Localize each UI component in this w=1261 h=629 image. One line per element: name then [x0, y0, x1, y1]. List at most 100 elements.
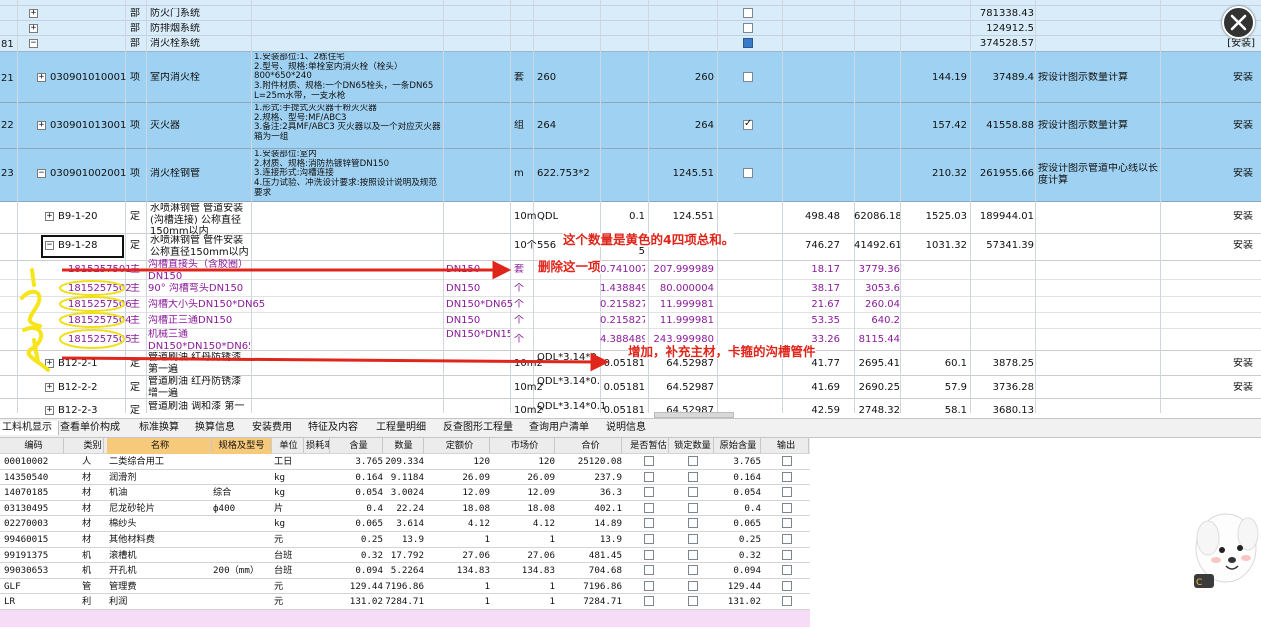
grid-lock-checkbox[interactable] — [688, 487, 698, 498]
grid-header-total[interactable]: 合价 — [560, 438, 622, 453]
grid-out-checkbox[interactable] — [781, 502, 792, 513]
grid-row[interactable]: 02270003 材 棉纱头 kg 0.065 3.614 4.12 4.12 14.89 0.0… — [0, 516, 810, 532]
grid-row[interactable]: 14070185 材 机油 综合 kg 0.054 3.0024 12.09 12.09 36.3… — [0, 485, 810, 501]
grid-cell-content[interactable]: 129.44 — [335, 579, 383, 594]
grid-cell-content[interactable]: 0.32 — [335, 548, 383, 563]
grid-lock-checkbox[interactable] — [688, 471, 698, 482]
grid-cell-market[interactable]: 1 — [495, 532, 555, 547]
tab-user-list[interactable]: 查询用户清单 — [529, 421, 589, 435]
dog-mascot-icon: C — [1194, 513, 1259, 588]
tab-standard-conversion[interactable]: 标准换算 — [139, 421, 179, 435]
grid-cell-loss — [306, 594, 330, 609]
close-button[interactable] — [1222, 6, 1255, 39]
grid-header-quota[interactable]: 定额价 — [430, 438, 490, 453]
grid-cell-name: 管理费 — [109, 580, 137, 592]
grid-header-unit[interactable]: 单位 — [274, 438, 304, 453]
grid-est-checkbox[interactable] — [644, 487, 654, 498]
grid-cell-market[interactable]: 12.09 — [495, 485, 555, 500]
grid-out-checkbox[interactable] — [781, 565, 792, 576]
grid-row[interactable]: GLF 管管理费元 129.44 7196.86 1 1 7196.86 129.44 — [0, 579, 810, 595]
grid-est-checkbox[interactable] — [644, 534, 654, 544]
grid-cell-name: 润滑剂 — [109, 471, 137, 483]
grid-out-checkbox[interactable] — [781, 518, 792, 529]
grid-cell-content[interactable]: 3.765 — [335, 454, 383, 469]
grid-out-checkbox[interactable] — [781, 534, 792, 544]
tab-reverse-graphics[interactable]: 反查图形工程量 — [443, 421, 513, 435]
grid-header-spec[interactable]: 规格及型号 — [213, 438, 271, 453]
grid-cell-market[interactable]: 27.06 — [495, 548, 555, 563]
grid-cell-content[interactable]: 0.164 — [335, 470, 383, 485]
grid-est-checkbox[interactable] — [644, 471, 654, 482]
grid-cell-content[interactable]: 0.25 — [335, 532, 383, 547]
grid-lock-checkbox[interactable] — [688, 502, 698, 513]
grid-out-checkbox[interactable] — [781, 596, 792, 607]
grid-lock-checkbox[interactable] — [688, 596, 698, 607]
grid-out-checkbox[interactable] — [781, 456, 792, 466]
grid-est-checkbox[interactable] — [644, 456, 654, 466]
grid-cell-market[interactable]: 1 — [495, 594, 555, 609]
grid-cell-loss — [306, 501, 330, 516]
grid-cell-market[interactable]: 4.12 — [495, 516, 555, 531]
grid-lock-checkbox[interactable] — [688, 456, 698, 466]
grid-est-checkbox[interactable] — [644, 502, 654, 513]
grid-out-checkbox[interactable] — [781, 471, 792, 482]
tab-features[interactable]: 特征及内容 — [308, 421, 358, 435]
grid-lock-checkbox[interactable] — [688, 534, 698, 544]
grid-est-checkbox[interactable] — [644, 549, 654, 560]
grid-row[interactable]: 99030653 机 开孔机 200（mm） 台班 0.094 5.2264 134.83 13… — [0, 563, 810, 579]
grid-cell-market[interactable]: 1 — [495, 579, 555, 594]
grid-lock-checkbox[interactable] — [688, 518, 698, 529]
grid-cell-content[interactable]: 0.094 — [335, 563, 383, 578]
tab-description[interactable]: 说明信息 — [606, 421, 646, 435]
grid-header-type[interactable]: 类别 — [82, 438, 104, 453]
grid-out-checkbox[interactable] — [781, 549, 792, 560]
grid-row[interactable]: 99460015 材 其他材料费 元 0.25 13.9 1 1 13.9 0.25 — [0, 532, 810, 548]
tab-install-fee[interactable]: 安装费用 — [252, 421, 292, 435]
grid-est-checkbox[interactable] — [644, 518, 654, 529]
grid-lock-checkbox[interactable] — [688, 565, 698, 576]
tab-conversion-info[interactable]: 换算信息 — [195, 421, 235, 435]
grid-cell-unit: kg — [274, 487, 286, 499]
grid-row[interactable]: 03130495 材 尼龙砂轮片 ф400 片 0.4 22.24 18.08 18.08 402… — [0, 501, 810, 517]
grid-row[interactable]: 14350540 材 润滑剂 kg 0.164 9.1184 26.09 26.09 237.9… — [0, 470, 810, 486]
grid-cell-spec — [213, 516, 271, 531]
grid-cell-market[interactable]: 18.08 — [495, 501, 555, 516]
red-arrow-add — [61, 352, 610, 372]
tab-unit-price[interactable]: 查看单价构成 — [60, 421, 120, 435]
grid-row[interactable]: 99191375 机 滚槽机 台班 0.32 17.792 27.06 27.06 481.45… — [0, 548, 810, 564]
grid-header-qty[interactable]: 数量 — [384, 438, 424, 453]
grid-header-code[interactable]: 编码 — [4, 438, 64, 453]
tab-quantity-details[interactable]: 工程量明细 — [376, 421, 426, 435]
grid-cell-content[interactable]: 0.054 — [335, 485, 383, 500]
grid-cell-market[interactable]: 120 — [495, 454, 555, 469]
grid-header-output[interactable]: 输出 — [764, 438, 809, 453]
grid-cell-content[interactable]: 0.065 — [335, 516, 383, 531]
tab-material-machine[interactable]: 工料机显示 — [0, 421, 59, 435]
grid-cell-content[interactable]: 131.02 — [335, 594, 383, 609]
grid-out-checkbox[interactable] — [781, 580, 792, 591]
grid-cell-market[interactable]: 134.83 — [495, 563, 555, 578]
grid-out-checkbox[interactable] — [781, 487, 792, 498]
grid-cell-code: 99191375 — [4, 549, 49, 561]
grid-header-estimate[interactable]: 是否暂估 — [629, 438, 669, 453]
grid-header-lock[interactable]: 锁定数量 — [672, 438, 714, 453]
grid-cell-unit: kg — [274, 471, 286, 483]
grid-cell-market[interactable]: 26.09 — [495, 470, 555, 485]
grid-est-checkbox[interactable] — [644, 596, 654, 607]
grid-header-market[interactable]: 市场价 — [495, 438, 555, 453]
grid-row[interactable]: 00010002 人二类综合用工 工日 3.765 209.334 120 120 25120… — [0, 454, 810, 470]
grid-est-checkbox[interactable] — [644, 565, 654, 576]
grid-cell-total: 36.3 — [599, 487, 622, 499]
grid-cell-content[interactable]: 0.4 — [335, 501, 383, 516]
grid-est-checkbox[interactable] — [644, 580, 654, 591]
material-grid: 编码 类别名称规格及型号单位损耗率含量数量定额价市场价合价是否暂估锁定数量原始含量… — [0, 438, 810, 629]
grid-row[interactable]: LR 利利润元 131.02 7284.71 1 1 7284.71 131.02 — [0, 594, 810, 610]
grid-cell-total: 7196.86 — [583, 580, 622, 592]
grid-header-name[interactable]: 名称 — [109, 438, 212, 453]
grid-lock-checkbox[interactable] — [688, 549, 698, 560]
grid-header-loss[interactable]: 损耗率 — [306, 438, 330, 453]
grid-lock-checkbox[interactable] — [688, 580, 698, 591]
grid-header-original[interactable]: 原始含量 — [716, 438, 761, 453]
grid-cell-orig: 131.02 — [727, 596, 761, 608]
grid-header-content[interactable]: 含量 — [335, 438, 383, 453]
